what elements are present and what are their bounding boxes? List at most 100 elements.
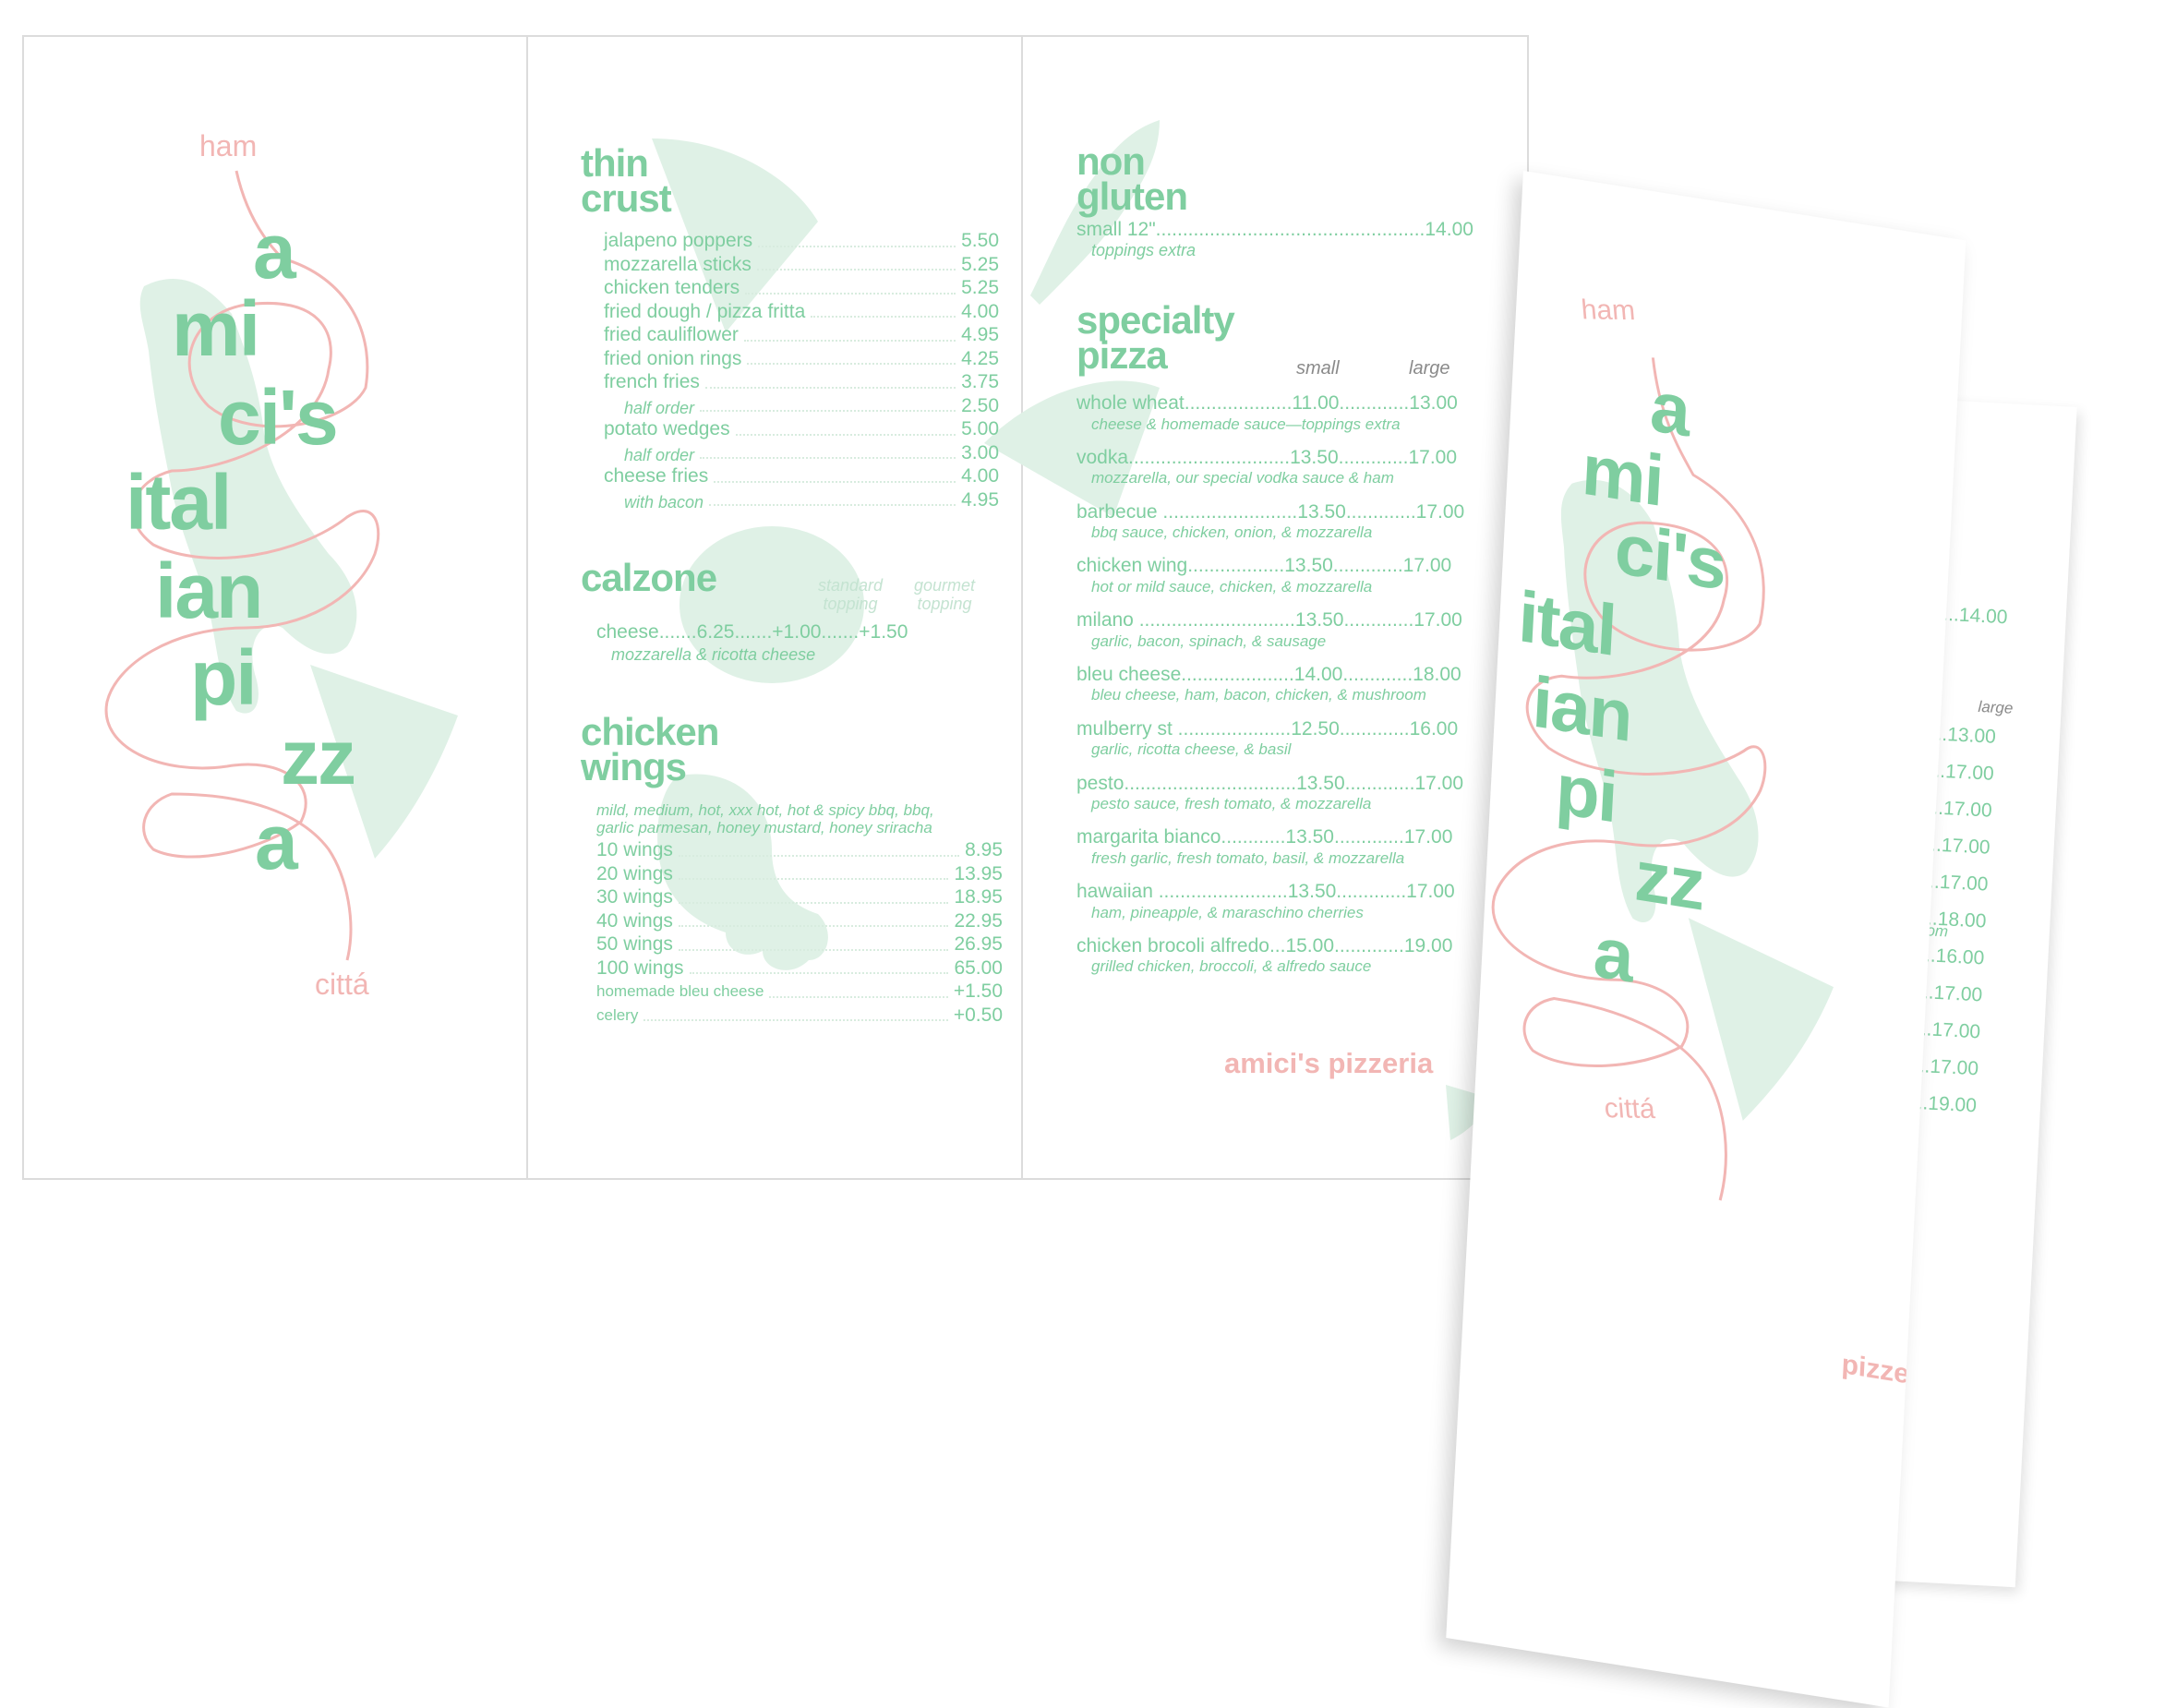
- menu-row: 50 wings 26.95: [596, 932, 1003, 956]
- item-price: 4.25: [961, 347, 999, 369]
- menu-row: 40 wings 22.95: [596, 909, 1003, 933]
- item-name: 40 wings: [596, 909, 673, 932]
- menu-row: 30 wings 18.95: [596, 885, 1003, 909]
- menu-row: cheese fries 4.00: [604, 464, 999, 488]
- item-price: 65.00: [954, 956, 1003, 979]
- specialty-line: chicken brocoli alfredo...15.00.........…: [1076, 934, 1453, 956]
- preview-title-line: a: [1648, 365, 1691, 452]
- dot-leader: [689, 972, 949, 974]
- wings-list: 10 wings 8.95 20 wings 13.95 30 wings 18.95 40…: [596, 838, 1003, 1027]
- item-price: 5.25: [961, 277, 999, 298]
- pizza-slice-icon: [1688, 918, 1834, 1121]
- item-name: jalapeno poppers: [604, 230, 753, 251]
- item-name: 30 wings: [596, 886, 673, 908]
- specialty-line: pesto................................13.…: [1076, 772, 1464, 794]
- item-price: 5.00: [961, 418, 999, 439]
- item-name: half order: [624, 399, 695, 417]
- wings-heading: chicken wings: [581, 710, 719, 788]
- specialty-heading: specialty pizza: [1076, 298, 1235, 377]
- dot-leader: [735, 433, 956, 436]
- specialty-desc: garlic, ricotta cheese, & basil: [1091, 740, 1292, 759]
- specialty-item: chicken wing..................13.50.....…: [1076, 554, 1464, 608]
- menu-row: jalapeno poppers 5.50: [604, 229, 999, 253]
- item-name: 10 wings: [596, 839, 673, 860]
- cover-title-line: a: [255, 799, 298, 885]
- preview-title-line: mi: [1580, 427, 1665, 522]
- specialty-line: bleu cheese.....................14.00...…: [1076, 663, 1461, 685]
- specialty-desc: cheese & homemade sauce—toppings extra: [1091, 415, 1401, 433]
- specialty-item: hawaiian ........................13.50..…: [1076, 880, 1464, 934]
- menu-row: french fries 3.75: [604, 370, 999, 394]
- thin-crust-list: jalapeno poppers 5.50 mozzarella sticks 5.2…: [604, 229, 999, 511]
- dot-leader: [678, 878, 949, 880]
- dot-leader: [745, 292, 956, 295]
- folded-menu-front: ham a mi ci's ital ian pi zz a cittá piz…: [1446, 171, 1967, 1708]
- preview-top-word: ham: [1580, 295, 1637, 327]
- menu-sheet: ham cittá a mi ci's ital ian pi zz a thi…: [22, 35, 1529, 1180]
- cover-title-line: mi: [172, 285, 260, 372]
- item-name: mozzarella sticks: [604, 253, 752, 275]
- preview-title-line: ian: [1530, 660, 1633, 757]
- item-name: 100 wings: [596, 956, 684, 979]
- dot-leader: [756, 269, 956, 271]
- item-price: 8.95: [965, 839, 1003, 860]
- item-price: 18.95: [954, 886, 1003, 908]
- dot-leader: [643, 1019, 948, 1021]
- menu-row: fried dough / pizza fritta 4.00: [604, 300, 999, 324]
- specialty-desc: pesto sauce, fresh tomato, & mozzarella: [1091, 795, 1372, 813]
- thin-crust-heading: thin crust: [581, 141, 672, 220]
- specialty-desc: garlic, bacon, spinach, & sausage: [1091, 631, 1327, 650]
- gluten-item: small 12"...............................…: [1076, 219, 1473, 240]
- cover-title-line: a: [253, 208, 296, 295]
- specialty-item: barbecue .........................13.50.…: [1076, 500, 1464, 555]
- menu-row: 10 wings 8.95: [596, 838, 1003, 862]
- preview-line: large: [1978, 697, 2014, 717]
- menu-row: homemade bleu cheese +1.50: [596, 980, 1003, 1004]
- specialty-desc: fresh garlic, fresh tomato, basil, & moz…: [1091, 848, 1405, 867]
- item-price: 26.95: [954, 933, 1003, 955]
- item-name: 50 wings: [596, 933, 673, 955]
- dot-leader: [747, 363, 956, 365]
- item-name: potato wedges: [604, 418, 730, 439]
- item-name: 20 wings: [596, 862, 673, 884]
- specialty-item: margarita bianco............13.50.......…: [1076, 825, 1464, 880]
- cover-title-line: ital: [126, 459, 232, 546]
- specialty-line: chicken wing..................13.50.....…: [1076, 555, 1452, 577]
- calzone-desc: mozzarella & ricotta cheese: [611, 645, 816, 664]
- dot-leader: [700, 457, 956, 459]
- dot-leader: [743, 339, 956, 342]
- gluten-heading: non gluten: [1076, 139, 1188, 218]
- item-price: 2.50: [961, 394, 999, 416]
- specialty-line: vodka..............................13.50…: [1076, 446, 1458, 468]
- item-name: fried dough / pizza fritta: [604, 300, 806, 322]
- item-name: fried cauliflower: [604, 324, 739, 345]
- dot-leader: [678, 948, 949, 951]
- specialty-list: whole wheat....................11.00....…: [1076, 391, 1464, 989]
- specialty-item: milano .............................13.5…: [1076, 608, 1464, 663]
- preview-title-line: pi: [1553, 747, 1618, 838]
- item-name: french fries: [604, 371, 700, 392]
- item-price: +1.50: [953, 980, 1003, 1002]
- item-price: 22.95: [954, 909, 1003, 932]
- dot-leader: [678, 925, 949, 927]
- item-price: 4.00: [961, 300, 999, 322]
- specialty-item: pesto................................13.…: [1076, 772, 1464, 826]
- menu-row: 20 wings 13.95: [596, 862, 1003, 886]
- dot-leader: [758, 245, 956, 247]
- item-name: celery: [596, 1005, 639, 1024]
- specialty-desc: bleu cheese, ham, bacon, chicken, & mush…: [1091, 686, 1426, 704]
- preview-illustrations: [1491, 357, 1834, 1201]
- item-name: homemade bleu cheese: [596, 982, 764, 1000]
- cover-bottom-word: cittá: [315, 968, 369, 1001]
- item-price: 3.00: [961, 441, 999, 463]
- item-price: 13.95: [954, 862, 1003, 884]
- specialty-large-col: large: [1409, 358, 1450, 379]
- specialty-item: chicken brocoli alfredo...15.00.........…: [1076, 934, 1464, 989]
- item-name: cheese fries: [604, 465, 709, 487]
- menu-row: potato wedges 5.00: [604, 417, 999, 441]
- dot-leader: [704, 386, 956, 389]
- dot-leader: [709, 504, 956, 506]
- menu-row: half order 2.50: [604, 394, 999, 418]
- preview-title-line: a: [1591, 910, 1634, 998]
- specialty-line: mulberry st .....................12.50..…: [1076, 717, 1459, 740]
